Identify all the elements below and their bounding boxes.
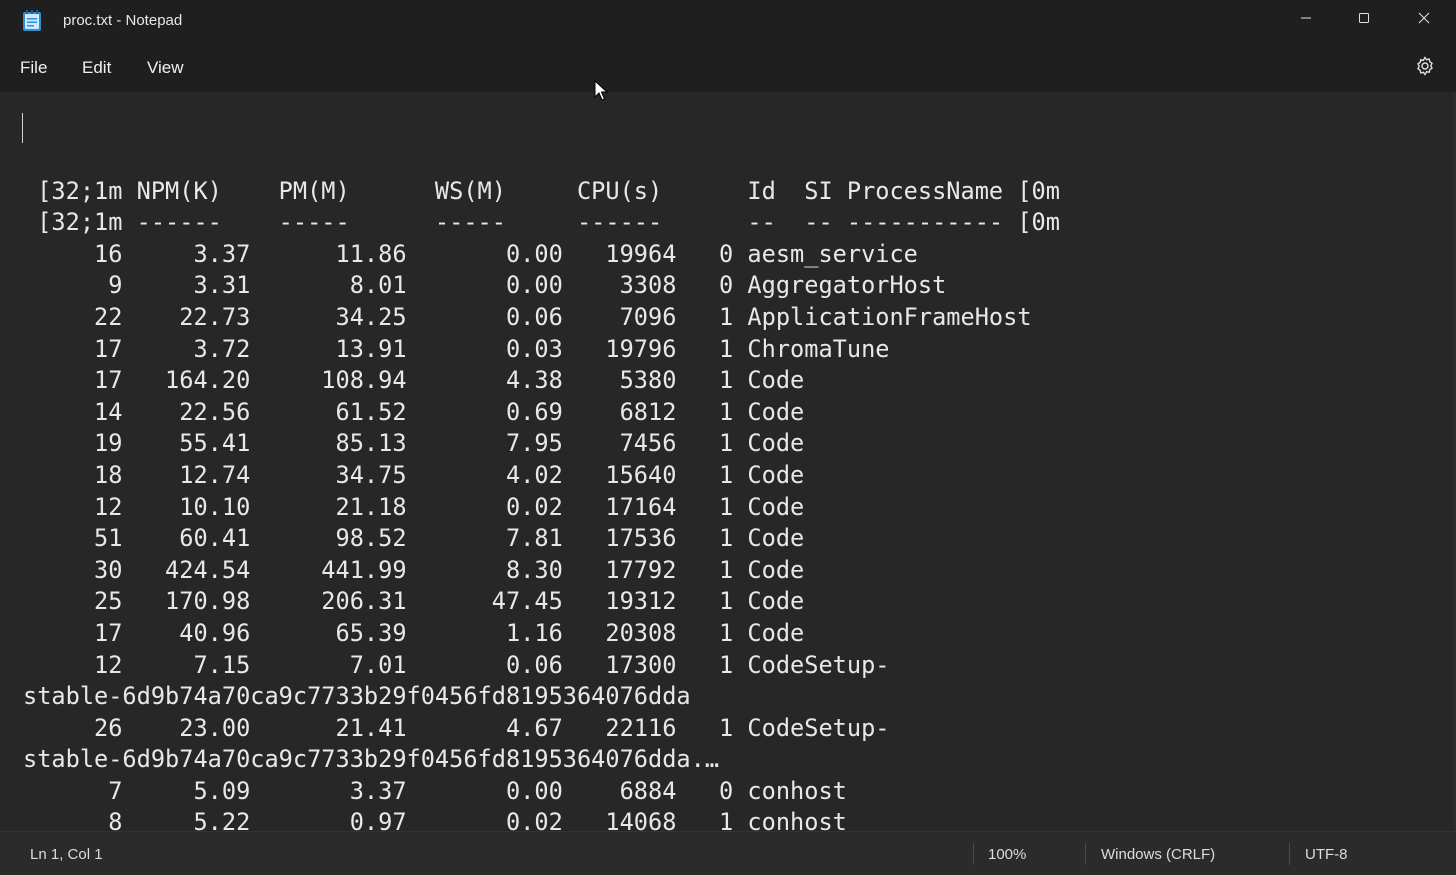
line-ending[interactable]: Windows (CRLF) <box>1101 846 1215 863</box>
minimize-icon <box>1301 17 1311 19</box>
status-divider <box>973 843 974 865</box>
encoding[interactable]: UTF-8 <box>1305 846 1348 863</box>
minimize-button[interactable] <box>1277 0 1335 36</box>
cursor-position: Ln 1, Col 1 <box>30 846 103 863</box>
status-divider <box>1289 843 1290 865</box>
maximize-button[interactable] <box>1335 0 1393 36</box>
close-icon <box>1418 12 1430 24</box>
window-title: proc.txt - Notepad <box>63 12 183 29</box>
settings-icon[interactable] <box>1413 54 1437 78</box>
status-bar: Ln 1, Col 1 100% Windows (CRLF) UTF-8 <box>0 831 1456 875</box>
text-editor[interactable]: [32;1m NPM(K) PM(M) WS(M) CPU(s) Id SI P… <box>0 92 1456 831</box>
close-button[interactable] <box>1395 0 1453 36</box>
menu-view[interactable]: View <box>147 58 184 78</box>
title-bar: proc.txt - Notepad <box>0 0 1456 44</box>
document-text[interactable]: [32;1m NPM(K) PM(M) WS(M) CPU(s) Id SI P… <box>23 144 1060 831</box>
notepad-app-icon <box>23 10 41 31</box>
menu-edit[interactable]: Edit <box>82 58 111 78</box>
status-divider <box>1085 843 1086 865</box>
menu-file[interactable]: File <box>20 58 47 78</box>
menu-bar: File Edit View <box>0 44 1456 92</box>
zoom-level[interactable]: 100% <box>988 846 1026 863</box>
mouse-cursor-icon <box>594 80 608 101</box>
maximize-icon <box>1359 13 1369 23</box>
text-caret <box>22 113 23 143</box>
